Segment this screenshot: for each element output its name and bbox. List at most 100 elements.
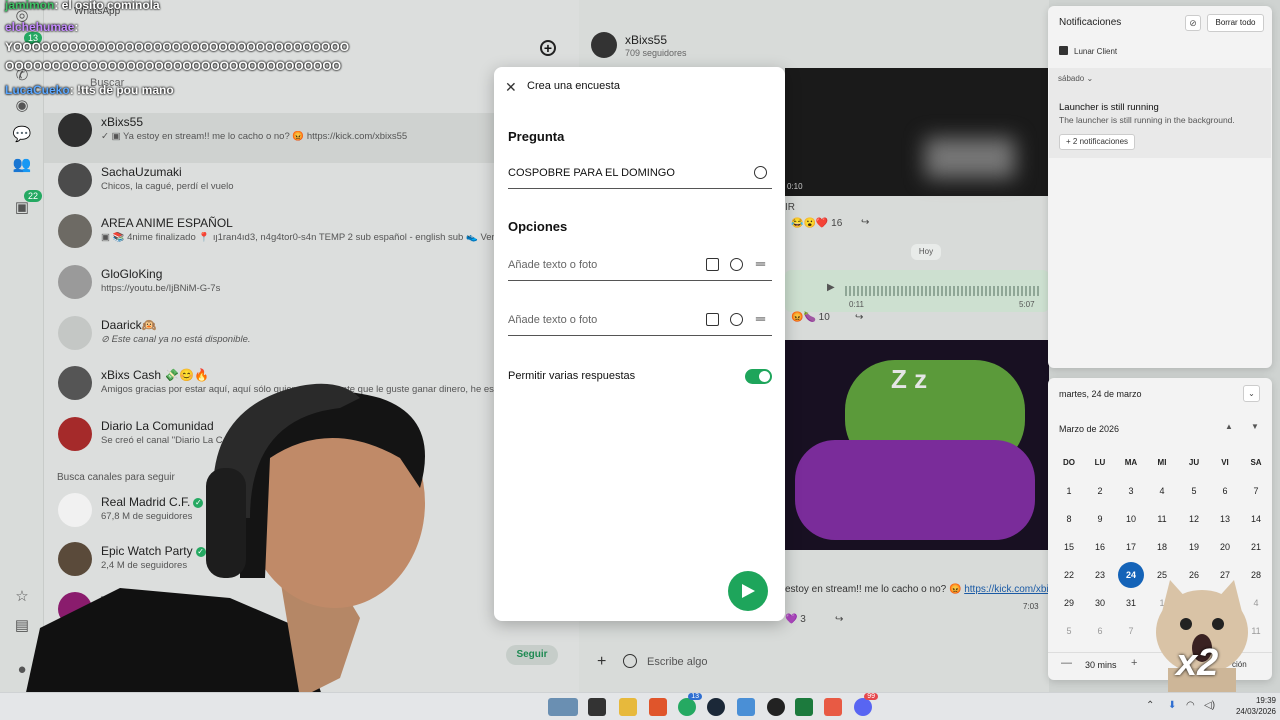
audio-message[interactable]: ▶ 0:11 5:07 (785, 270, 1049, 312)
chats-icon[interactable]: 💬 (12, 125, 32, 145)
app-icon[interactable] (795, 698, 813, 716)
adobe-icon[interactable] (824, 698, 842, 716)
forward-icon[interactable]: ↪ (855, 312, 863, 323)
calendar-day[interactable]: 31 (1118, 590, 1144, 616)
chat-preview: ✓ ▣ Ya estoy en stream!! me lo cacho o n… (101, 131, 408, 142)
calendar-day[interactable]: 21 (1243, 534, 1269, 560)
communities-icon[interactable]: 👥 (12, 155, 32, 175)
status-icon[interactable]: ◉ (12, 96, 32, 116)
calendar-day[interactable]: 30 (1087, 590, 1113, 616)
whatsapp-taskbar-icon[interactable]: 13 (678, 693, 702, 716)
calendar-day[interactable]: 14 (1243, 506, 1269, 532)
focus-duration: 30 mins (1085, 660, 1117, 670)
drag-handle-icon[interactable]: ═ (754, 312, 767, 326)
terminal-icon[interactable] (588, 698, 606, 716)
taskbar-clock[interactable]: 19:39 24/03/2026 (1226, 695, 1276, 717)
calendar-day[interactable]: 13 (1212, 506, 1238, 532)
calendar-day[interactable]: 5 (1181, 478, 1207, 504)
multiple-answers-toggle[interactable] (745, 369, 772, 384)
reactions-1[interactable]: 😂😮❤️ 16 (791, 218, 842, 229)
close-icon[interactable]: ✕ (505, 79, 517, 96)
calendar-day[interactable]: 6 (1212, 478, 1238, 504)
calendar-day[interactable]: 23 (1087, 562, 1113, 588)
option-field-2[interactable]: Añade texto o foto ═ (508, 308, 772, 336)
emoji-icon[interactable] (730, 313, 743, 326)
forward-icon[interactable]: ↪ (835, 614, 843, 625)
chat-header[interactable]: xBixs55 709 seguidores (579, 28, 1049, 68)
image-icon[interactable] (706, 258, 719, 271)
calendar-day[interactable]: 22 (1056, 562, 1082, 588)
calendar-day[interactable]: 7 (1118, 618, 1144, 644)
audio-waveform[interactable] (845, 286, 1041, 296)
question-field[interactable]: COSPOBRE PARA EL DOMINGO (508, 161, 772, 189)
calendar-day[interactable]: 24 (1118, 562, 1144, 588)
notification-day[interactable]: sábado ⌄ (1058, 74, 1093, 83)
game-icon[interactable] (548, 698, 578, 716)
verified-icon: ✓ (193, 498, 204, 508)
reactions-3[interactable]: 💜 3 (785, 614, 806, 625)
message-input[interactable]: Escribe algo (647, 656, 708, 668)
calendar-day[interactable]: 19 (1181, 534, 1207, 560)
send-poll-button[interactable] (728, 571, 768, 611)
wifi-icon[interactable]: ◠ (1186, 700, 1195, 711)
emoji-icon[interactable] (623, 654, 637, 668)
calendar-day[interactable]: 9 (1087, 506, 1113, 532)
calendar-day[interactable]: 2 (1087, 478, 1113, 504)
video-message[interactable]: 0:10 (785, 68, 1049, 196)
attach-icon[interactable]: + (597, 653, 606, 671)
do-not-disturb-icon[interactable]: ⊘ (1185, 15, 1201, 31)
emoji-icon[interactable] (730, 258, 743, 271)
image-message[interactable]: Z z (785, 340, 1049, 550)
calendar-day[interactable]: 16 (1087, 534, 1113, 560)
network-icon[interactable]: ⬇ (1168, 700, 1176, 711)
emoji-icon[interactable] (754, 166, 767, 179)
calendar-day[interactable]: 29 (1056, 590, 1082, 616)
new-chat-button[interactable]: + (540, 40, 556, 56)
notification-title[interactable]: Launcher is still running (1059, 102, 1159, 113)
file-explorer-icon[interactable] (619, 698, 637, 716)
starred-icon[interactable]: ☆ (12, 587, 32, 607)
calendar-day[interactable]: 10 (1118, 506, 1144, 532)
calendar-day[interactable]: 18 (1149, 534, 1175, 560)
decrease-focus-button[interactable]: — (1061, 657, 1072, 669)
calendar-day[interactable]: 15 (1056, 534, 1082, 560)
image-icon[interactable] (706, 313, 719, 326)
calendar-day[interactable]: 6 (1087, 618, 1113, 644)
calendar-day[interactable]: 5 (1056, 618, 1082, 644)
clear-all-button[interactable]: Borrar todo (1207, 14, 1264, 32)
volume-icon[interactable]: ◁) (1204, 700, 1215, 711)
kick-link[interactable]: https://kick.com/xbixs (964, 584, 1058, 595)
drag-handle-icon[interactable]: ═ (754, 257, 767, 271)
calendar-day[interactable]: 3 (1118, 478, 1144, 504)
notepad-icon[interactable] (737, 698, 755, 716)
brave-browser-icon[interactable] (649, 698, 667, 716)
chat-preview: Amigos gracias por estar aquí, aquí sólo… (101, 384, 510, 395)
collapse-calendar-button[interactable]: ⌄ (1243, 385, 1260, 402)
option-field-1[interactable]: Añade texto o foto ═ (508, 253, 772, 281)
calendar-day[interactable]: 20 (1212, 534, 1238, 560)
calendar-day[interactable]: 7 (1243, 478, 1269, 504)
calendar-day[interactable]: 17 (1118, 534, 1144, 560)
calendar-day[interactable]: 8 (1056, 506, 1082, 532)
channels-icon[interactable]: ▣ (12, 198, 32, 218)
play-icon[interactable]: ▶ (827, 282, 835, 293)
verified-icon: ✓ (195, 547, 206, 557)
next-month-icon[interactable]: ▼ (1251, 422, 1259, 431)
discord-icon[interactable]: 99 (854, 693, 878, 716)
prev-month-icon[interactable]: ▲ (1225, 422, 1233, 431)
more-notifications-button[interactable]: + 2 notificaciones (1059, 134, 1136, 150)
forward-icon[interactable]: ↪ (861, 217, 869, 228)
calendar-day[interactable]: 1 (1056, 478, 1082, 504)
calendar-day[interactable]: 11 (1149, 506, 1175, 532)
steam-icon[interactable] (707, 698, 725, 716)
calendar-month[interactable]: Marzo de 2026 (1059, 424, 1119, 434)
archive-icon[interactable]: ▤ (12, 616, 32, 636)
calendar-day[interactable]: 4 (1149, 478, 1175, 504)
calendar-day[interactable]: 12 (1181, 506, 1207, 532)
follow-button[interactable]: Seguir (506, 645, 558, 665)
obs-icon[interactable] (767, 698, 785, 716)
increase-focus-button[interactable]: + (1131, 657, 1137, 669)
profile-avatar[interactable]: ● (12, 660, 32, 680)
tray-overflow-icon[interactable]: ⌃ (1146, 700, 1154, 711)
reactions-2[interactable]: 😡🍆 10 (791, 312, 830, 323)
